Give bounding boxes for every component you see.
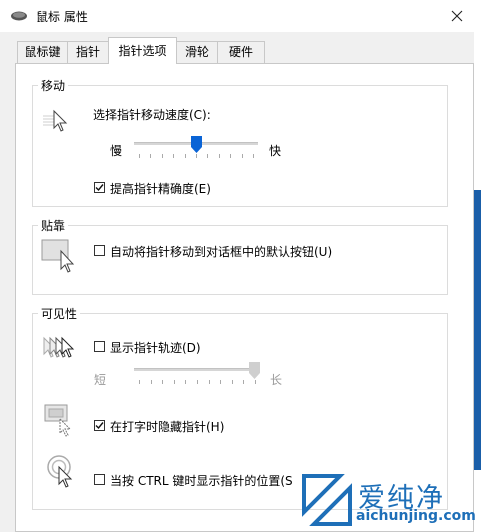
check-icon [95, 422, 104, 430]
check-icon [95, 184, 104, 192]
slider-tick [174, 380, 175, 384]
hide-typing-checkbox[interactable] [94, 420, 105, 431]
fast-label: 快 [269, 144, 282, 158]
tab-buttons[interactable]: 鼠标键 [17, 41, 68, 63]
tab-pointer-options[interactable]: 指针选项 [108, 37, 177, 64]
slider-tick [230, 154, 231, 158]
slider-tick [209, 380, 210, 384]
title-bar: 鼠标 属性 [0, 0, 474, 32]
tab-label: 指针 [75, 45, 100, 59]
slider-track [134, 368, 260, 371]
snap-checkbox[interactable] [94, 245, 105, 256]
snap-to-button-icon [41, 239, 75, 273]
speed-slider[interactable] [134, 136, 258, 166]
slider-tick [139, 380, 140, 384]
slider-tick [162, 380, 163, 384]
slider-tick [151, 380, 152, 384]
pointer-speed-icon [43, 109, 68, 132]
window-title: 鼠标 属性 [36, 10, 88, 24]
slider-tick [232, 380, 233, 384]
mouse-icon [11, 11, 27, 21]
show-location-icon [47, 455, 73, 488]
short-label: 短 [94, 373, 107, 387]
slider-tick [197, 380, 198, 384]
precision-label: 提高指针精确度(E) [110, 182, 211, 196]
slider-tick [196, 154, 197, 158]
slider-tick [220, 380, 221, 384]
motion-legend: 移动 [41, 79, 66, 93]
watermark-url: aichunjing.com [356, 508, 476, 524]
tab-hardware[interactable]: 硬件 [217, 41, 265, 63]
hide-while-typing-icon [44, 404, 72, 437]
watermark-logo [302, 474, 352, 526]
slider-tick [255, 380, 256, 384]
tab-label: 指针选项 [118, 44, 167, 58]
tab-label: 鼠标键 [24, 45, 61, 59]
trail-length-slider[interactable] [134, 362, 260, 392]
speed-slider-thumb[interactable] [191, 136, 202, 153]
snap-legend: 贴靠 [41, 219, 66, 233]
slider-tick [242, 154, 243, 158]
slider-tick [253, 154, 254, 158]
long-label: 长 [270, 373, 283, 387]
slider-tick [162, 154, 163, 158]
slow-label: 慢 [110, 144, 123, 158]
slider-tick [173, 154, 174, 158]
hide-typing-label: 在打字时隐藏指针(H) [110, 420, 225, 434]
snap-label: 自动将指针移动到对话框中的默认按钮(U) [110, 245, 333, 259]
ctrl-location-checkbox[interactable] [94, 474, 105, 485]
tab-label: 硬件 [228, 45, 253, 59]
tab-pointers[interactable]: 指针 [67, 41, 109, 63]
background-window-edge [474, 0, 481, 532]
ctrl-location-label: 当按 CTRL 键时显示指针的位置(S [110, 474, 293, 488]
trails-checkbox[interactable] [94, 341, 105, 352]
pointer-trails-icon [43, 336, 75, 358]
speed-label: 选择指针移动速度(C): [93, 108, 211, 122]
trail-length-slider-thumb[interactable] [249, 362, 260, 379]
slider-tick [150, 154, 151, 158]
slider-tick [219, 154, 220, 158]
close-icon [451, 10, 463, 22]
slider-tick [185, 154, 186, 158]
precision-checkbox[interactable] [94, 182, 105, 193]
visibility-legend: 可见性 [41, 307, 78, 321]
slider-tick [185, 380, 186, 384]
tab-label: 滑轮 [184, 45, 209, 59]
trails-label: 显示指针轨迹(D) [110, 341, 201, 355]
close-button[interactable] [440, 2, 474, 30]
slider-tick [139, 154, 140, 158]
tab-wheel[interactable]: 滑轮 [176, 41, 218, 63]
slider-tick [243, 380, 244, 384]
slider-tick [207, 154, 208, 158]
